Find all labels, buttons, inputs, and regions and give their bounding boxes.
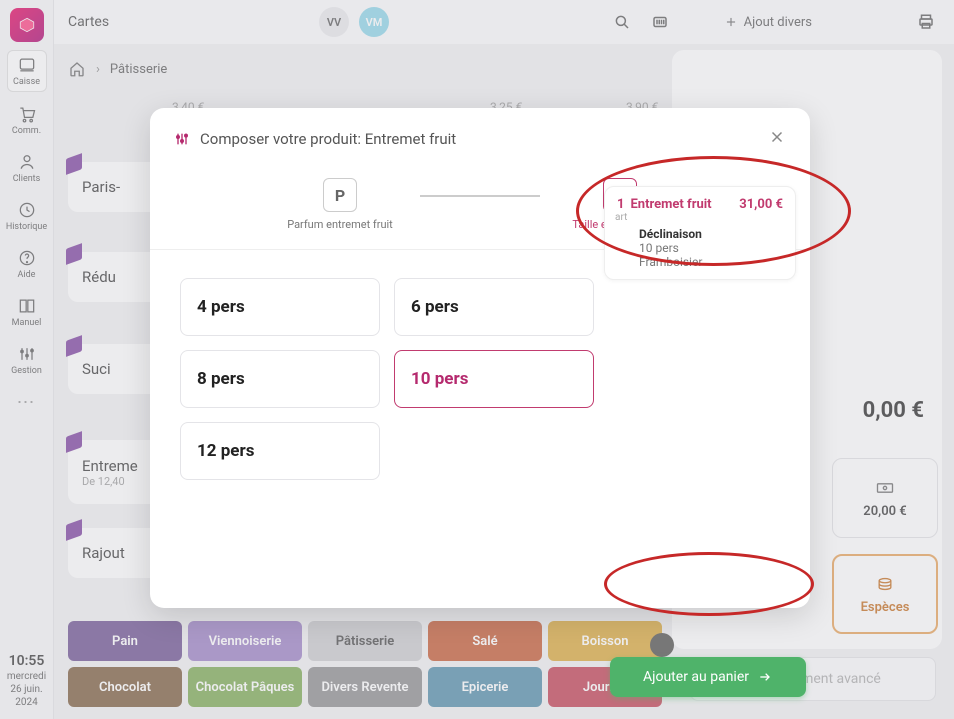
sliders-icon [174,131,190,147]
summary-decl: Déclinaison [639,227,783,241]
close-icon[interactable] [768,128,786,150]
opt-6pers[interactable]: 6 pers [394,278,594,336]
opt-10pers[interactable]: 10 pers [394,350,594,408]
product-summary: 1 Entremet fruit 31,00 € art Déclinaison… [604,186,796,280]
size-options: 4 pers 6 pers 8 pers 10 pers 12 pers [180,278,786,480]
opt-8pers[interactable]: 8 pers [180,350,380,408]
summary-price: 31,00 € [739,197,783,212]
summary-qty: 1 [617,197,624,212]
opt-4pers[interactable]: 4 pers [180,278,380,336]
summary-size: 10 pers [639,241,783,255]
opt-12pers[interactable]: 12 pers [180,422,380,480]
modal-title: Composer votre produit: Entremet fruit [200,130,456,148]
drag-handle[interactable] [650,633,674,657]
compose-modal: Composer votre produit: Entremet fruit P… [150,108,810,608]
summary-name: Entremet fruit [630,197,733,212]
step-parfum[interactable]: P Parfum entremet fruit [260,178,420,231]
arrow-right-icon [757,669,773,685]
add-to-cart-button[interactable]: Ajouter au panier [610,657,806,697]
summary-parfum: Framboisier [639,255,783,269]
